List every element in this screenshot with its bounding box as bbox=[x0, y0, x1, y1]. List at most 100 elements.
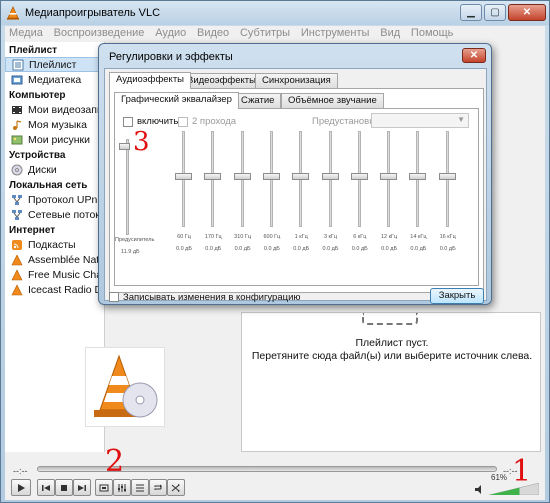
playlist-icon bbox=[12, 59, 24, 70]
music-icon bbox=[13, 119, 22, 130]
preamp-value: 11.9 дБ bbox=[121, 249, 140, 255]
sidebar-item-icecast[interactable]: Icecast Radio Directory bbox=[5, 282, 104, 297]
sidebar-section-computer: Компьютер bbox=[9, 90, 66, 101]
eq-band-slider-thumb[interactable] bbox=[350, 173, 368, 180]
sidebar-item-label: Мои видеозаписи bbox=[28, 103, 104, 116]
eq-band-slider-thumb[interactable] bbox=[438, 173, 456, 180]
loop-icon bbox=[154, 484, 162, 490]
menu-playback[interactable]: Воспроизведение bbox=[50, 26, 149, 40]
sidebar-item-label: Подкасты bbox=[28, 238, 76, 251]
playlist-icon bbox=[136, 484, 144, 491]
toggle-playlist-button[interactable] bbox=[131, 479, 149, 496]
speaker-icon[interactable] bbox=[474, 484, 486, 495]
playlist-empty-hint: Перетяните сюда файл(ы) или выберите ист… bbox=[251, 350, 533, 362]
eq-band-slider-thumb[interactable] bbox=[321, 173, 339, 180]
preset-label: Предустановка bbox=[312, 116, 379, 127]
dialog-title: Регулировки и эффекты bbox=[109, 51, 233, 63]
eq-band-slider-thumb[interactable] bbox=[204, 173, 222, 180]
eq-band-slider-thumb[interactable] bbox=[292, 173, 310, 180]
sidebar-item-upnp[interactable]: Протокол UPnP bbox=[5, 192, 104, 207]
sidebar-item-music[interactable]: Моя музыка bbox=[5, 117, 104, 132]
next-button[interactable] bbox=[73, 479, 91, 496]
save-config-checkbox[interactable] bbox=[109, 292, 119, 302]
preamp-slider-thumb[interactable] bbox=[119, 143, 130, 150]
chevron-down-icon: ▼ bbox=[457, 115, 465, 124]
tab-spatializer[interactable]: Объёмное звучание bbox=[281, 93, 384, 108]
fullscreen-button[interactable] bbox=[95, 479, 113, 496]
sidebar-item-pictures[interactable]: Мои рисунки bbox=[5, 132, 104, 147]
eq-band: 170 Гц 0.0 дБ bbox=[200, 131, 226, 263]
shuffle-icon bbox=[171, 483, 180, 492]
sidebar-item-podcasts[interactable]: Подкасты bbox=[5, 237, 104, 252]
title-bar: Медиапроигрыватель VLC ▁ ▢ ✕ bbox=[1, 1, 549, 25]
sidebar-item-label: Сетевые потоки (SAP) bbox=[28, 208, 105, 221]
sidebar-item-label: Icecast Radio Directory bbox=[28, 283, 104, 296]
vlc-cone-icon bbox=[7, 6, 19, 20]
menu-video[interactable]: Видео bbox=[193, 26, 233, 40]
sidebar-item-assemblee[interactable]: Assemblée Nationale bbox=[5, 252, 104, 267]
pictures-icon bbox=[11, 135, 23, 144]
previous-button[interactable] bbox=[37, 479, 55, 496]
shuffle-button[interactable] bbox=[167, 479, 185, 496]
playlist-panel[interactable]: Плейлист пуст. Перетяните сюда файл(ы) и… bbox=[241, 312, 541, 452]
stop-icon bbox=[61, 484, 67, 491]
eq-band-slider-thumb[interactable] bbox=[262, 173, 280, 180]
menu-media[interactable]: Медиа bbox=[5, 26, 47, 40]
library-icon bbox=[11, 75, 23, 84]
minimize-button[interactable]: ▁ bbox=[460, 4, 482, 21]
loop-button[interactable] bbox=[149, 479, 167, 496]
sidebar-section-internet: Интернет bbox=[9, 225, 56, 236]
sidebar-section-lan: Локальная сеть bbox=[9, 180, 88, 191]
menu-help[interactable]: Помощь bbox=[407, 26, 458, 40]
preset-select[interactable]: ▼ bbox=[371, 113, 469, 128]
tab-graphic-equalizer[interactable]: Графический эквалайзер bbox=[114, 92, 239, 109]
network-icon bbox=[12, 194, 22, 205]
enable-label: включить bbox=[137, 116, 179, 127]
dialog-close-button[interactable]: ✕ bbox=[462, 48, 486, 63]
sidebar-item-library[interactable]: Медиатека bbox=[5, 72, 104, 87]
eq-band: 16 кГц 0.0 дБ bbox=[435, 131, 461, 263]
play-button[interactable] bbox=[11, 479, 31, 496]
eq-band-slider-thumb[interactable] bbox=[380, 173, 398, 180]
menu-tools[interactable]: Инструменты bbox=[297, 26, 374, 40]
eq-band-slider-thumb[interactable] bbox=[175, 173, 192, 180]
eq-band-gain: 0.0 дБ bbox=[439, 246, 456, 252]
eq-band-slider-thumb[interactable] bbox=[233, 173, 251, 180]
fullscreen-icon bbox=[99, 484, 109, 491]
stop-button[interactable] bbox=[55, 479, 73, 496]
tab-audio-effects[interactable]: Аудиоэффекты bbox=[109, 72, 192, 89]
sidebar-item-free-music[interactable]: Free Music Charts bbox=[5, 267, 104, 282]
preamp-slider[interactable] bbox=[126, 139, 129, 235]
window-title: Медиапроигрыватель VLC bbox=[25, 7, 161, 19]
eq-band-slider-thumb[interactable] bbox=[409, 173, 427, 180]
maximize-button[interactable]: ▢ bbox=[484, 4, 506, 21]
menu-view[interactable]: Вид bbox=[376, 26, 404, 40]
sidebar-item-label: Моя музыка bbox=[28, 118, 87, 131]
sidebar-item-discs[interactable]: Диски bbox=[5, 162, 104, 177]
close-window-button[interactable]: ✕ bbox=[508, 4, 546, 21]
save-config-label: Записывать изменения в конфигурацию bbox=[123, 292, 301, 303]
eq-band: 3 кГц 0.0 дБ bbox=[318, 131, 344, 263]
sidebar-item-playlist[interactable]: Плейлист bbox=[5, 57, 104, 72]
sidebar-item-videos[interactable]: Мои видеозаписи bbox=[5, 102, 104, 117]
sidebar-item-sap[interactable]: Сетевые потоки (SAP) bbox=[5, 207, 104, 222]
playlist-empty-title: Плейлист пуст. bbox=[355, 337, 429, 349]
eq-band: 60 Гц 0.0 дБ bbox=[171, 131, 197, 263]
web-icon bbox=[11, 253, 23, 265]
eq-band: 14 кГц 0.0 дБ bbox=[405, 131, 431, 263]
tab-synchronization[interactable]: Синхронизация bbox=[255, 73, 338, 88]
equalizer-icon bbox=[118, 483, 126, 492]
menu-subtitles[interactable]: Субтитры bbox=[236, 26, 294, 40]
tab-video-effects[interactable]: Видеоэффекты bbox=[180, 73, 263, 88]
close-button[interactable]: Закрыть bbox=[430, 288, 484, 304]
enable-checkbox[interactable] bbox=[123, 117, 133, 127]
menu-audio[interactable]: Аудио bbox=[151, 26, 190, 40]
sidebar-item-label: Протокол UPnP bbox=[28, 193, 105, 206]
tab-compressor[interactable]: Сжатие bbox=[234, 93, 282, 108]
web-icon bbox=[11, 268, 23, 280]
eq-band: 6 кГц 0.0 дБ bbox=[347, 131, 373, 263]
annotation-3: 3 bbox=[133, 127, 150, 157]
two-pass-checkbox[interactable] bbox=[178, 117, 188, 127]
preamp-label: Предусилитель bbox=[115, 237, 155, 243]
extended-settings-button[interactable] bbox=[113, 479, 131, 496]
